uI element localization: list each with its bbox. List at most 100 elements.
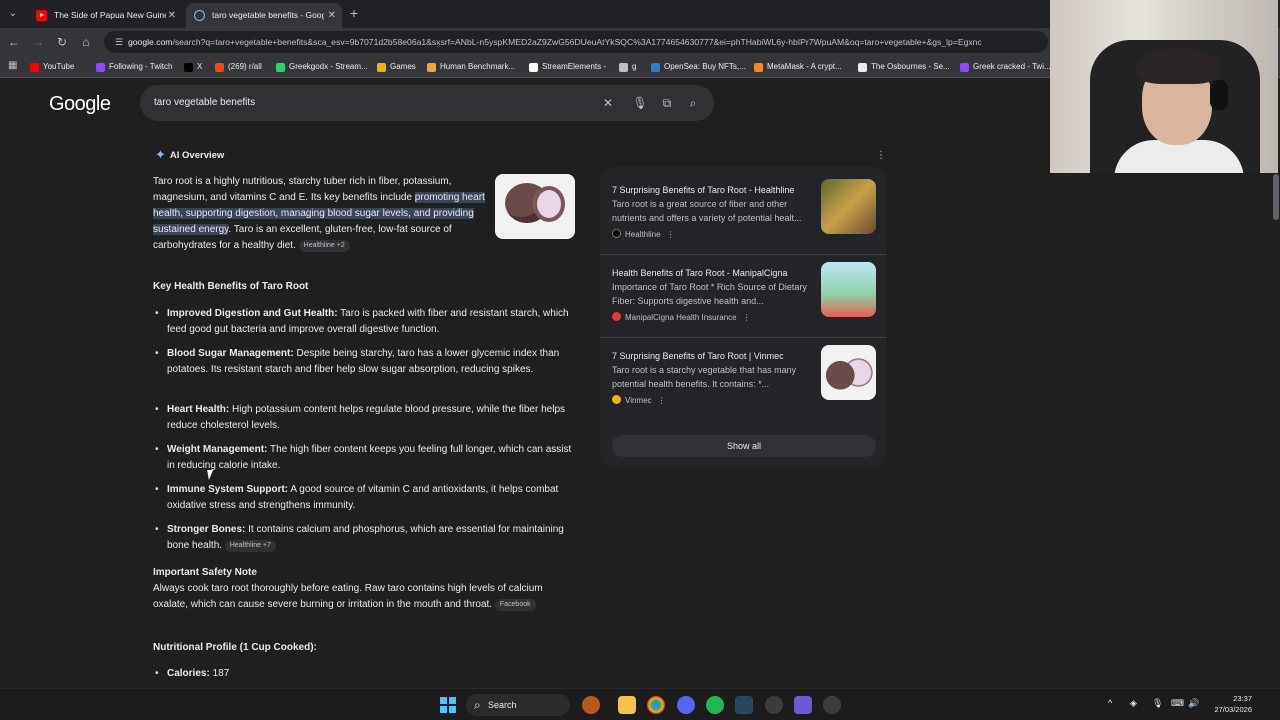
apps-grid-icon[interactable]: ▦ <box>8 60 20 72</box>
app-icon[interactable] <box>823 696 841 714</box>
app-grid-icon[interactable] <box>794 696 812 714</box>
address-bar[interactable]: ☰ google.com/search?q=taro+vegetable+ben… <box>104 31 1048 53</box>
network-icon[interactable]: ⌨ <box>1171 698 1184 709</box>
chrome-icon[interactable] <box>647 696 665 714</box>
widget-icon[interactable] <box>582 696 600 714</box>
start-windows-icon[interactable] <box>440 697 456 713</box>
show-all-button[interactable]: Show all <box>612 435 876 457</box>
nutrition-heading: Nutritional Profile (1 Cup Cooked): <box>153 642 317 653</box>
bookmark-item[interactable]: YouTube <box>30 59 74 75</box>
taskbar-search[interactable]: Search <box>466 694 570 716</box>
home-icon[interactable]: ⌂ <box>78 34 94 50</box>
source-title[interactable]: 7 Surprising Benefits of Taro Root | Vin… <box>612 351 812 361</box>
source-thumbnail[interactable] <box>821 345 876 400</box>
search-input[interactable]: taro vegetable benefits <box>154 85 255 121</box>
close-icon[interactable]: ✕ <box>328 3 336 28</box>
more-options-icon[interactable]: ⋮ <box>658 396 666 405</box>
source-card[interactable]: Health Benefits of Taro Root - ManipalCi… <box>612 262 876 322</box>
source-chip[interactable]: Healthline +2 <box>298 240 350 252</box>
tab-search-menu-icon[interactable]: ⌄ <box>4 5 22 23</box>
key-benefits-heading: Key Health Benefits of Taro Root <box>153 281 309 292</box>
bookmark-favicon-icon <box>754 63 763 72</box>
bookmark-item[interactable]: X <box>184 59 202 75</box>
file-explorer-icon[interactable] <box>618 696 636 714</box>
manipalcigna-icon <box>612 312 621 321</box>
tab-google-search[interactable]: taro vegetable benefits - Google ✕ <box>186 3 342 28</box>
bookmark-favicon-icon <box>529 63 538 72</box>
microphone-icon[interactable]: 🎙 <box>1152 698 1163 709</box>
source-card[interactable]: 7 Surprising Benefits of Taro Root - Hea… <box>612 179 876 239</box>
steam-icon[interactable] <box>735 696 753 714</box>
spotify-icon[interactable] <box>706 696 724 714</box>
more-options-icon[interactable]: ⋮ <box>743 313 751 322</box>
bookmark-label: Greek cracked - Twi... <box>973 62 1051 71</box>
bookmark-item[interactable]: g <box>619 59 636 75</box>
bookmark-label: YouTube <box>43 62 75 71</box>
more-options-icon[interactable]: ⋮ <box>876 150 886 161</box>
bookmark-favicon-icon <box>377 63 386 72</box>
bookmark-favicon-icon <box>30 63 39 72</box>
source-chip[interactable]: Facebook <box>494 599 536 611</box>
benefit-item: Improved Digestion and Gut Health: Taro … <box>153 306 573 338</box>
chevron-up-icon[interactable]: ^ <box>1108 698 1112 708</box>
reload-icon[interactable]: ↻ <box>54 34 70 50</box>
bookmark-item[interactable]: Games <box>377 59 416 75</box>
bookmark-item[interactable]: (269) r/all <box>215 59 262 75</box>
bookmark-item[interactable]: Human Benchmark... <box>427 59 515 75</box>
source-chip[interactable]: Healthline +7 <box>224 540 276 552</box>
app-icon[interactable] <box>765 696 783 714</box>
taro-image[interactable] <box>495 174 575 239</box>
source-title[interactable]: 7 Surprising Benefits of Taro Root - Hea… <box>612 185 812 195</box>
vinmec-icon <box>612 395 621 404</box>
search-icon[interactable]: ⌕ <box>685 95 701 111</box>
bookmark-item[interactable]: OpenSea: Buy NFTs,... <box>651 59 746 75</box>
bookmark-item[interactable]: Greekgodx - Stream... <box>276 59 368 75</box>
benefit-item: Stronger Bones: It contains calcium and … <box>153 522 573 554</box>
bookmark-item[interactable]: MetaMask - A crypt... <box>754 59 842 75</box>
volume-icon[interactable]: 🔊 <box>1188 698 1199 709</box>
bookmark-label: Greekgodx - Stream... <box>289 62 368 71</box>
ai-overview-header: ✦ AI Overview <box>155 147 224 163</box>
lens-icon[interactable]: ⧉ <box>659 95 675 111</box>
bookmark-favicon-icon <box>276 63 285 72</box>
back-icon[interactable]: ← <box>6 34 22 50</box>
bookmark-favicon-icon <box>184 63 193 72</box>
youtube-icon <box>36 10 47 21</box>
forward-icon[interactable]: → <box>30 34 46 50</box>
bookmark-item[interactable]: The Osbournes - Se... <box>858 59 950 75</box>
url-text: google.com/search?q=taro+vegetable+benef… <box>128 37 982 47</box>
bookmark-favicon-icon <box>651 63 660 72</box>
scrollbar-thumb[interactable] <box>1273 174 1279 220</box>
bookmark-label: X <box>197 62 203 71</box>
new-tab-button[interactable]: + <box>346 5 362 21</box>
divider <box>600 337 886 338</box>
source-title[interactable]: Health Benefits of Taro Root - ManipalCi… <box>612 268 812 278</box>
safety-heading: Important Safety Note <box>153 567 257 578</box>
clear-icon[interactable]: ✕ <box>600 95 616 111</box>
google-logo[interactable]: Google <box>49 93 111 116</box>
bookmark-label: Human Benchmark... <box>440 62 516 71</box>
more-options-icon[interactable]: ⋮ <box>667 230 675 239</box>
bookmark-label: OpenSea: Buy NFTs,... <box>664 62 746 71</box>
discord-icon[interactable] <box>677 696 695 714</box>
clock[interactable]: 23:37 27/03/2026 <box>1208 693 1252 715</box>
nutrition-item: Calories: 187 <box>153 666 573 682</box>
tab-label: The Side of Papua New Guinea <box>54 10 166 20</box>
close-icon[interactable]: ✕ <box>168 3 176 28</box>
tab-youtube[interactable]: The Side of Papua New Guinea ✕ <box>28 3 182 28</box>
bookmark-label: g <box>632 62 637 71</box>
tray-app-icon[interactable]: ◈ <box>1130 698 1137 709</box>
search-box[interactable]: taro vegetable benefits ✕ 🎙 ⧉ ⌕ <box>140 85 714 121</box>
site-info-icon[interactable]: ☰ <box>112 35 126 49</box>
source-card[interactable]: 7 Surprising Benefits of Taro Root | Vin… <box>612 345 876 405</box>
bookmark-label: (269) r/all <box>228 62 262 71</box>
source-thumbnail[interactable] <box>821 262 876 317</box>
bookmark-item[interactable]: Following - Twitch <box>96 59 172 75</box>
source-desc: Importance of Taro Root * Rich Source of… <box>612 282 807 306</box>
benefit-item: Weight Management: The high fiber conten… <box>153 442 573 474</box>
source-thumbnail[interactable] <box>821 179 876 234</box>
safety-text: Always cook taro root thoroughly before … <box>153 583 543 611</box>
bookmark-item[interactable]: Greek cracked - Twi... <box>960 59 1051 75</box>
bookmark-item[interactable]: StreamElements - <box>529 59 606 75</box>
microphone-icon[interactable]: 🎙 <box>632 95 648 111</box>
